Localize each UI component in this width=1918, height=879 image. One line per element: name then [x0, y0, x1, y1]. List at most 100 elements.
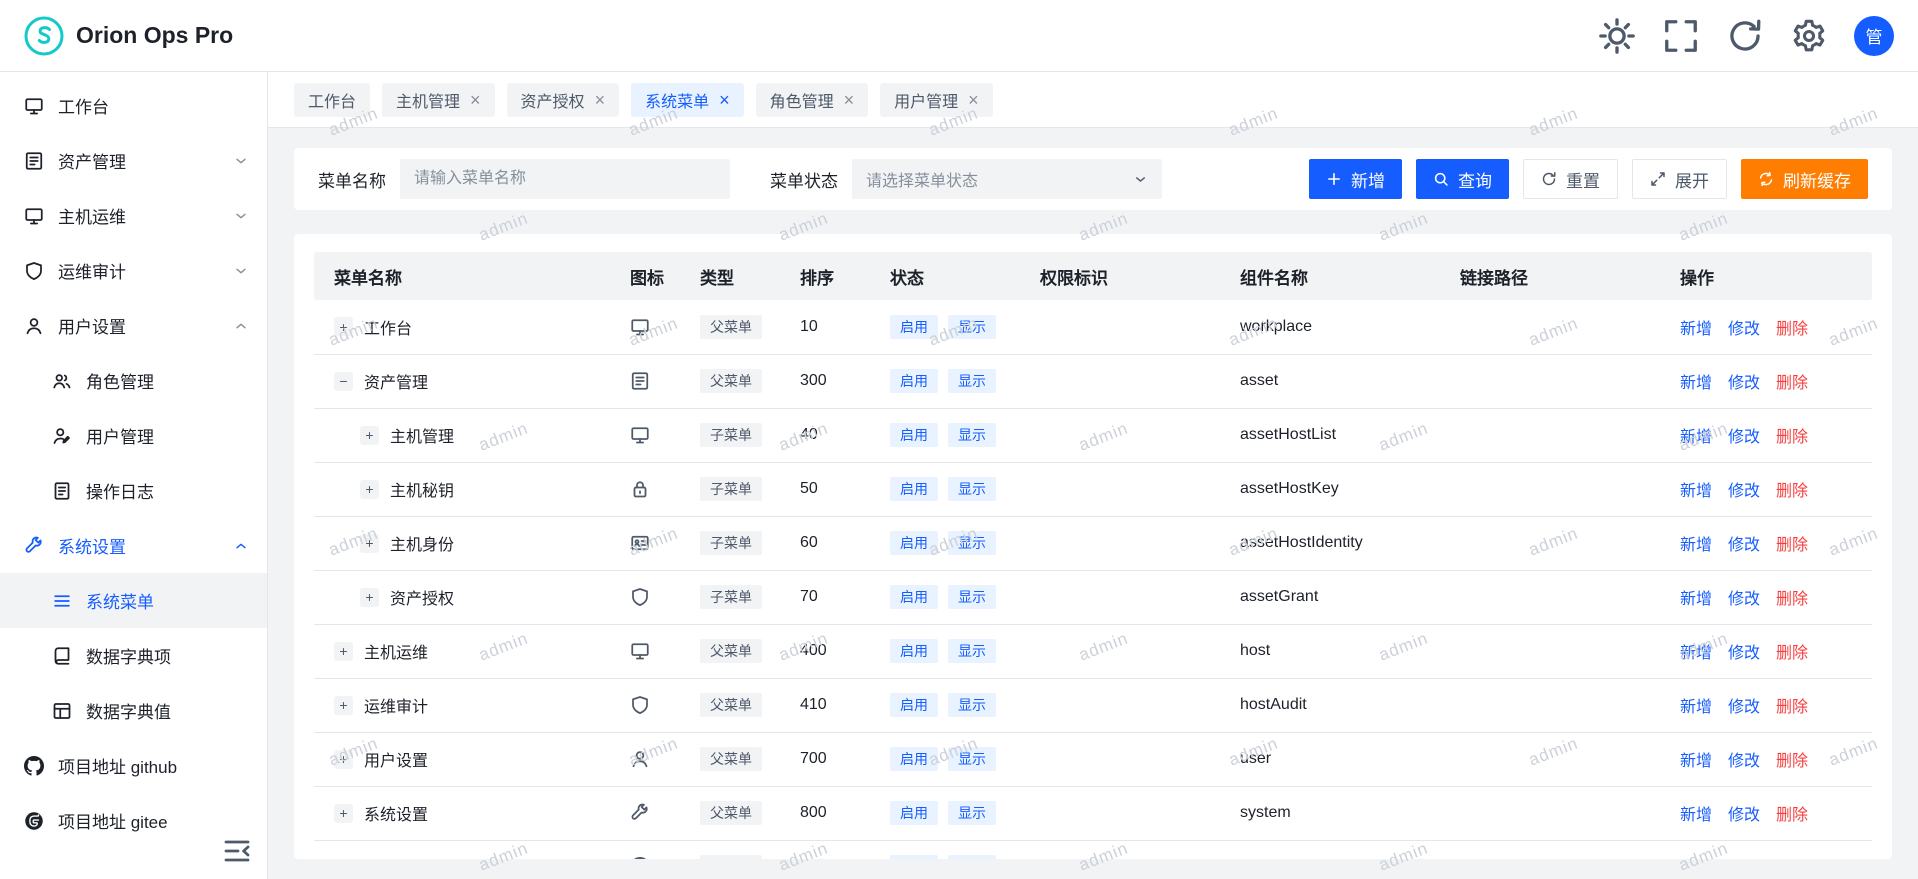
reset-button[interactable]: 重置	[1523, 159, 1618, 199]
menu-name-input[interactable]	[400, 159, 730, 199]
fullscreen-button[interactable]	[1662, 17, 1700, 55]
row-delete-link[interactable]: 删除	[1776, 375, 1808, 392]
sidebar-item-label: 运维审计	[58, 258, 126, 283]
app-root: Orion Ops Pro 管 工作台资产管理主机运维运维审计用户设置角色管理用…	[0, 0, 1918, 879]
row-delete-link[interactable]: 删除	[1776, 429, 1808, 446]
sidebar-item[interactable]: 主机运维	[0, 188, 267, 243]
tab-close-icon[interactable]: ×	[470, 91, 481, 109]
row-add-link[interactable]: 新增	[1680, 429, 1712, 446]
sort-value: 800	[800, 804, 827, 821]
tab[interactable]: 角色管理×	[756, 83, 869, 117]
row-delete-link[interactable]: 删除	[1776, 807, 1808, 824]
refresh-cache-button[interactable]: 刷新缓存	[1741, 159, 1868, 199]
tab-label: 资产授权	[521, 88, 585, 112]
row-edit-link[interactable]: 修改	[1728, 807, 1760, 824]
row-add-link[interactable]: 新增	[1680, 375, 1712, 392]
menu-status-select[interactable]: 请选择菜单状态	[852, 159, 1162, 199]
row-add-link[interactable]: 新增	[1680, 321, 1712, 338]
sidebar-subitem[interactable]: 数据字典值	[0, 683, 267, 738]
tab[interactable]: 工作台	[294, 83, 370, 117]
tab-close-icon[interactable]: ×	[719, 91, 730, 109]
row-edit-link[interactable]: 修改	[1728, 645, 1760, 662]
row-add-link[interactable]: 新增	[1680, 645, 1712, 662]
row-delete-link[interactable]: 删除	[1776, 321, 1808, 338]
theme-toggle-button[interactable]	[1598, 17, 1636, 55]
expand-row-button[interactable]: +	[334, 317, 353, 336]
fullscreen-icon	[1662, 17, 1700, 55]
row-edit-link[interactable]: 修改	[1728, 321, 1760, 338]
expand-row-button[interactable]: +	[360, 480, 379, 499]
shield-icon	[630, 587, 650, 607]
status-badge: 启用	[890, 531, 938, 555]
expand-row-button[interactable]: +	[360, 588, 379, 607]
row-add-link[interactable]: 新增	[1680, 537, 1712, 554]
tab[interactable]: 系统菜单 ×	[631, 83, 744, 117]
tab-label: 系统菜单	[645, 88, 709, 112]
expand-button[interactable]: 展开	[1632, 159, 1727, 199]
row-add-link[interactable]: 新增	[1680, 591, 1712, 608]
row-delete-link[interactable]: 删除	[1776, 699, 1808, 716]
tab[interactable]: 资产授权 ×	[507, 83, 620, 117]
tab-bar: 工作台主机管理×资产授权×系统菜单×角色管理×用户管理×	[268, 72, 1918, 128]
row-add-link[interactable]: 新增	[1680, 699, 1712, 716]
settings-button[interactable]	[1790, 17, 1828, 55]
sidebar-subitem[interactable]: 数据字典项	[0, 628, 267, 683]
table-row: +主机管理子菜单40启用显示assetHostList新增修改删除	[314, 408, 1872, 462]
refresh-button[interactable]	[1726, 17, 1764, 55]
tab-close-icon[interactable]: ×	[595, 91, 606, 109]
sidebar-item[interactable]: 系统设置	[0, 518, 267, 573]
expand-row-button[interactable]: +	[334, 642, 353, 661]
tab-close-icon[interactable]: ×	[844, 91, 855, 109]
table-row: −资产管理父菜单300启用显示asset新增修改删除	[314, 354, 1872, 408]
component-name: system	[1240, 804, 1291, 821]
query-button[interactable]: 查询	[1416, 159, 1509, 199]
tab[interactable]: 主机管理×	[382, 83, 495, 117]
sidebar-subitem-label: 用户管理	[86, 423, 154, 448]
row-add-link[interactable]: 新增	[1680, 753, 1712, 770]
expand-row-button[interactable]: +	[334, 696, 353, 715]
row-delete-link[interactable]: 删除	[1776, 591, 1808, 608]
row-delete-link[interactable]: 删除	[1776, 537, 1808, 554]
type-tag: 父菜单	[700, 315, 762, 339]
row-edit-link[interactable]: 修改	[1728, 375, 1760, 392]
sidebar-item[interactable]: 资产管理	[0, 133, 267, 188]
sidebar-collapse-button[interactable]	[221, 835, 253, 867]
sidebar-subitem[interactable]: 系统菜单	[0, 573, 267, 628]
row-add-link[interactable]: 新增	[1680, 807, 1712, 824]
row-edit-link[interactable]: 修改	[1728, 537, 1760, 554]
table-header-row: 菜单名称图标类型排序状态权限标识组件名称链接路径操作	[314, 252, 1872, 300]
sidebar-item[interactable]: 工作台	[0, 78, 267, 133]
user-icon	[630, 749, 650, 769]
expand-row-button[interactable]: +	[334, 804, 353, 823]
sidebar-subitem-label: 数据字典值	[86, 698, 171, 723]
row-edit-link[interactable]: 修改	[1728, 429, 1760, 446]
expand-row-button[interactable]: +	[334, 750, 353, 769]
expand-row-button[interactable]: +	[360, 426, 379, 445]
row-add-link[interactable]: 新增	[1680, 483, 1712, 500]
collapse-row-button[interactable]: −	[334, 372, 353, 391]
sidebar-item[interactable]: 项目地址 github	[0, 738, 267, 793]
sidebar-item[interactable]: 用户设置	[0, 298, 267, 353]
expand-row-button[interactable]: +	[360, 534, 379, 553]
component-name: host	[1240, 642, 1270, 659]
row-delete-link[interactable]: 删除	[1776, 483, 1808, 500]
row-edit-link[interactable]: 修改	[1728, 591, 1760, 608]
row-edit-link[interactable]: 修改	[1728, 753, 1760, 770]
row-edit-link[interactable]: 修改	[1728, 483, 1760, 500]
type-tag: 子菜单	[700, 477, 762, 501]
type-tag: 子菜单	[700, 531, 762, 555]
tab-close-icon[interactable]: ×	[968, 91, 979, 109]
sidebar-subitem[interactable]: 操作日志	[0, 463, 267, 518]
sidebar-item[interactable]: 运维审计	[0, 243, 267, 298]
column-header: 链接路径	[1444, 252, 1664, 300]
row-delete-link[interactable]: 删除	[1776, 645, 1808, 662]
content-area: 菜单名称 菜单状态 请选择菜单状态 新增 查询	[268, 128, 1918, 879]
user-avatar[interactable]: 管	[1854, 16, 1894, 56]
row-edit-link[interactable]: 修改	[1728, 699, 1760, 716]
status-badge: 启用	[890, 801, 938, 825]
sidebar-subitem[interactable]: 角色管理	[0, 353, 267, 408]
row-delete-link[interactable]: 删除	[1776, 753, 1808, 770]
add-button[interactable]: 新增	[1309, 159, 1402, 199]
tab[interactable]: 用户管理×	[880, 83, 993, 117]
sidebar-subitem[interactable]: 用户管理	[0, 408, 267, 463]
